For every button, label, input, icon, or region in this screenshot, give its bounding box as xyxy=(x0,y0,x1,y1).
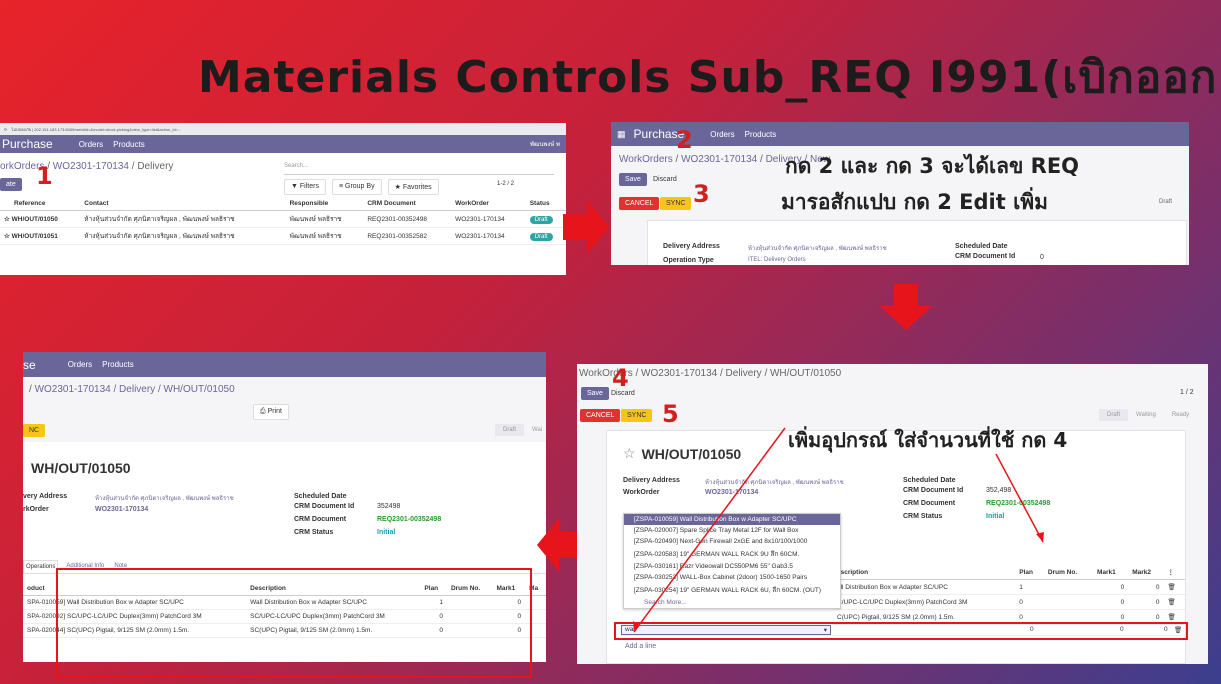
pointer-line-left xyxy=(633,427,786,633)
annotation-lines xyxy=(633,427,1044,633)
pointer-arrowhead-right xyxy=(1036,532,1044,542)
pointer-line-right xyxy=(995,453,1044,543)
